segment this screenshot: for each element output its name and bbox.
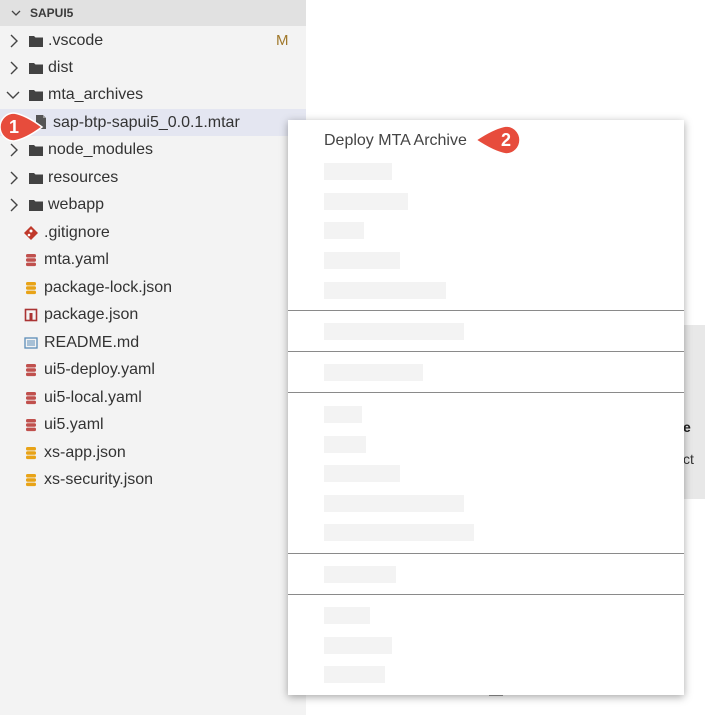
tree-item-mta-archives[interactable]: mta_archives — [0, 81, 306, 108]
tree-item-label: .vscode — [48, 31, 104, 49]
tree-item-ui5-local[interactable]: ui5-local.yaml — [0, 384, 306, 411]
menu-item-placeholder[interactable] — [324, 436, 366, 453]
menu-item-placeholder[interactable] — [324, 465, 400, 482]
chevron-right-icon — [10, 198, 18, 212]
tree-item-mtar-file[interactable]: sap-btp-sapui5_0.0.1.mtar — [0, 109, 306, 136]
tree-item-label: xs-app.json — [44, 443, 126, 461]
tree-item-label: ui5.yaml — [44, 415, 104, 433]
callout-badge-2: 2 — [474, 124, 521, 156]
menu-item-placeholder[interactable] — [324, 323, 464, 340]
folder-icon — [29, 200, 43, 211]
explorer-title: SAPUI5 — [30, 6, 74, 20]
npm-icon — [24, 308, 38, 322]
tree-item-label: sap-btp-sapui5_0.0.1.mtar — [53, 113, 240, 131]
menu-separator — [288, 594, 684, 595]
tree-item-label: package.json — [44, 305, 139, 323]
tree-item-label: webapp — [48, 195, 105, 213]
callout-number: 1 — [8, 117, 19, 137]
tree-item-label: node_modules — [48, 140, 153, 158]
folder-open-icon — [29, 90, 43, 101]
menu-item-deploy-mta-archive[interactable]: Deploy MTA Archive — [324, 132, 467, 150]
menu-item-placeholder[interactable] — [324, 566, 396, 583]
tree-item-package-json[interactable]: package.json — [0, 301, 306, 328]
chevron-down-icon — [11, 10, 21, 16]
tree-item-label: resources — [48, 168, 119, 186]
explorer-panel: SAPUI5 .vscode M dist mta_archives sap-b… — [0, 0, 306, 715]
menu-item-placeholder[interactable] — [324, 666, 385, 683]
tree-item-label: .gitignore — [44, 223, 110, 241]
tree-item-label: ui5-deploy.yaml — [44, 360, 155, 378]
menu-item-placeholder[interactable] — [324, 222, 364, 239]
menu-separator — [288, 351, 684, 352]
tree-item-gitignore[interactable]: .gitignore — [0, 219, 306, 246]
menu-item-placeholder[interactable] — [324, 637, 392, 654]
folder-icon — [29, 173, 43, 184]
menu-separator — [288, 553, 684, 554]
menu-item-placeholder[interactable] — [324, 495, 464, 512]
tree-item-webapp[interactable]: webapp — [0, 191, 306, 218]
tree-item-label: mta_archives — [48, 85, 144, 103]
menu-item-placeholder[interactable] — [324, 163, 392, 180]
callout-badge-1: 1 — [0, 111, 44, 143]
chevron-right-icon — [10, 143, 18, 157]
chevron-right-icon — [10, 61, 18, 75]
json-icon — [26, 447, 36, 460]
menu-separator — [288, 392, 684, 393]
chevron-down-icon — [6, 91, 20, 99]
tree-item-label: ui5-local.yaml — [44, 388, 142, 406]
explorer-section-header[interactable]: SAPUI5 — [0, 0, 306, 26]
tree-item-node-modules[interactable]: node_modules — [0, 136, 306, 163]
git-icon — [24, 226, 38, 240]
git-modified-badge: M — [276, 32, 289, 49]
context-menu: Deploy MTA Archive — [288, 120, 684, 695]
background-text-heading: e — [683, 419, 691, 435]
tree-item-label: xs-security.json — [44, 470, 154, 488]
tree-item-xs-security[interactable]: xs-security.json — [0, 466, 306, 493]
tree-item-label: README.md — [44, 333, 140, 351]
folder-icon — [29, 36, 43, 47]
menu-item-placeholder[interactable] — [324, 282, 446, 299]
tree-item-ui5-yaml[interactable]: ui5.yaml — [0, 411, 306, 438]
menu-item-placeholder[interactable] — [324, 193, 408, 210]
menu-item-placeholder[interactable] — [324, 252, 400, 269]
tree-item-label: package-lock.json — [44, 278, 173, 296]
folder-icon — [29, 63, 43, 74]
yaml-icon — [26, 419, 36, 432]
chevron-right-icon — [10, 171, 18, 185]
menu-separator — [288, 310, 684, 311]
menu-item-placeholder[interactable] — [324, 364, 423, 381]
folder-icon — [29, 145, 43, 156]
tree-item-label: mta.yaml — [44, 250, 109, 268]
background-text-body: ct — [683, 451, 694, 467]
chevron-right-icon — [10, 34, 18, 48]
tree-item-label: dist — [48, 58, 73, 76]
tree-item-vscode[interactable]: .vscode M — [0, 27, 306, 54]
menu-item-placeholder[interactable] — [324, 406, 362, 423]
tree-item-dist[interactable]: dist — [0, 54, 306, 81]
tree-item-mta-yaml[interactable]: mta.yaml — [0, 246, 306, 273]
tree-item-xs-app[interactable]: xs-app.json — [0, 439, 306, 466]
markdown-icon — [24, 337, 38, 349]
menu-item-placeholder[interactable] — [324, 607, 370, 624]
yaml-icon — [26, 392, 36, 405]
callout-number: 2 — [500, 130, 511, 150]
tree-item-ui5-deploy[interactable]: ui5-deploy.yaml — [0, 356, 306, 383]
tree-item-package-lock[interactable]: package-lock.json — [0, 274, 306, 301]
tree-item-resources[interactable]: resources — [0, 164, 306, 191]
tree-item-readme[interactable]: README.md — [0, 329, 306, 356]
yaml-icon — [26, 254, 36, 267]
yaml-icon — [26, 364, 36, 377]
json-icon — [26, 282, 36, 295]
menu-item-placeholder[interactable] — [324, 524, 474, 541]
json-icon — [26, 474, 36, 487]
